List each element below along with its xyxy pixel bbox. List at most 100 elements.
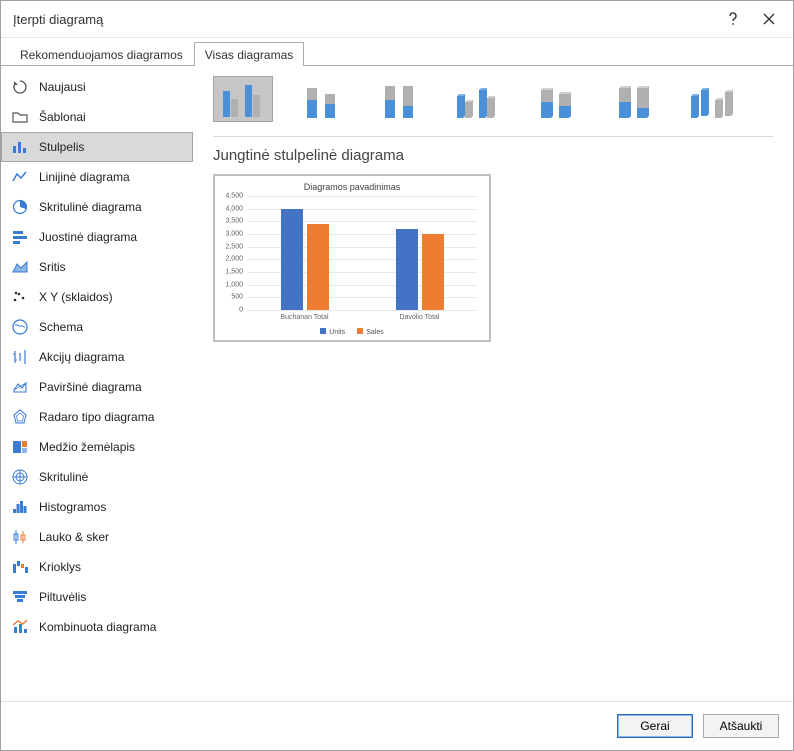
ok-button[interactable]: Gerai: [617, 714, 693, 738]
subtype-100pct-stacked-column[interactable]: [369, 76, 429, 122]
sidebar-item-bar[interactable]: Juostinė diagrama: [1, 222, 193, 252]
tab-bar: Rekomenduojamos diagramos Visas diagrama…: [1, 38, 793, 66]
chart-category-sidebar: Naujausi Šablonai Stulpelis Linijinė dia…: [1, 66, 193, 701]
stock-chart-icon: [11, 348, 29, 366]
subtype-3d-column[interactable]: [681, 76, 741, 122]
chart-category-label: Davolio Total: [400, 314, 440, 321]
pct-stacked-column-3d-icon: [609, 82, 657, 118]
pie-chart-icon: [11, 198, 29, 216]
sidebar-item-area[interactable]: Sritis: [1, 252, 193, 282]
chart-preview-title: Diagramos pavadinimas: [215, 182, 489, 192]
dialog-body: Naujausi Šablonai Stulpelis Linijinė dia…: [1, 66, 793, 701]
column-3d-icon: [685, 82, 737, 118]
folder-icon: [11, 108, 29, 126]
chart-y-tick: 3,000: [225, 231, 243, 238]
stacked-column-3d-icon: [531, 82, 579, 118]
bar-chart-icon: [11, 228, 29, 246]
subtype-3d-clustered-column[interactable]: [447, 76, 507, 122]
chart-y-tick: 4,000: [225, 205, 243, 212]
chart-y-tick: 1,000: [225, 281, 243, 288]
column-chart-icon: [11, 138, 29, 156]
chart-y-tick: 2,500: [225, 243, 243, 250]
sidebar-item-label: Akcijų diagrama: [39, 350, 124, 364]
sidebar-item-label: Krioklys: [39, 560, 81, 574]
chart-y-tick: 0: [239, 307, 243, 314]
waterfall-icon: [11, 558, 29, 576]
insert-chart-dialog: Įterpti diagramą Rekomenduojamos diagram…: [0, 0, 794, 751]
sidebar-item-label: Juostinė diagrama: [39, 230, 137, 244]
treemap-icon: [11, 438, 29, 456]
sidebar-item-label: Schema: [39, 320, 83, 334]
sidebar-item-label: Piltuvėlis: [39, 590, 86, 604]
sidebar-item-label: Radaro tipo diagrama: [39, 410, 154, 424]
area-chart-icon: [11, 258, 29, 276]
chart-legend-item: Units: [320, 328, 345, 336]
titlebar: Įterpti diagramą: [1, 1, 793, 38]
help-button[interactable]: [715, 5, 751, 33]
sidebar-item-box-whisker[interactable]: Lauko & sker: [1, 522, 193, 552]
subtype-3d-stacked-column[interactable]: [525, 76, 585, 122]
sidebar-item-label: Lauko & sker: [39, 530, 109, 544]
sidebar-item-label: Šablonai: [39, 110, 86, 124]
sidebar-item-waterfall[interactable]: Krioklys: [1, 552, 193, 582]
sidebar-item-sunburst[interactable]: Skritulinė: [1, 462, 193, 492]
sidebar-item-histogram[interactable]: Histogramos: [1, 492, 193, 522]
sidebar-item-stock[interactable]: Akcijų diagrama: [1, 342, 193, 372]
tab-recommended-charts[interactable]: Rekomenduojamos diagramos: [9, 42, 194, 66]
tab-all-charts[interactable]: Visas diagramas: [194, 42, 305, 66]
combo-chart-icon: [11, 618, 29, 636]
sidebar-item-map[interactable]: Schema: [1, 312, 193, 342]
box-whisker-icon: [11, 528, 29, 546]
chart-y-tick: 4,500: [225, 193, 243, 200]
sidebar-item-label: Sritis: [39, 260, 66, 274]
sidebar-item-line[interactable]: Linijinė diagrama: [1, 162, 193, 192]
sidebar-item-templates[interactable]: Šablonai: [1, 102, 193, 132]
pct-stacked-column-icon: [375, 82, 423, 118]
chart-bar-group: [396, 229, 444, 310]
sidebar-item-treemap[interactable]: Medžio žemėlapis: [1, 432, 193, 462]
sidebar-item-combo[interactable]: Kombinuota diagrama: [1, 612, 193, 642]
chart-legend-swatch: [357, 328, 363, 334]
sidebar-item-xy-scatter[interactable]: X Y (sklaidos): [1, 282, 193, 312]
chart-legend-item: Sales: [357, 328, 384, 336]
subtype-clustered-column[interactable]: [213, 76, 273, 122]
chart-y-tick: 2,000: [225, 256, 243, 263]
chart-legend-swatch: [320, 328, 326, 334]
chart-plot-area: 05001,0001,5002,0002,5003,0003,5004,0004…: [247, 196, 477, 310]
dialog-title: Įterpti diagramą: [13, 12, 715, 27]
chart-subtype-strip: [213, 76, 773, 137]
subtype-stacked-column[interactable]: [291, 76, 351, 122]
sidebar-item-column[interactable]: Stulpelis: [1, 132, 193, 162]
chart-bar-group: [281, 209, 329, 310]
chart-content-panel: Jungtinė stulpelinė diagrama Diagramos p…: [193, 66, 793, 701]
dialog-button-row: Gerai Atšaukti: [1, 701, 793, 750]
sidebar-item-radar[interactable]: Radaro tipo diagrama: [1, 402, 193, 432]
chart-y-tick: 1,500: [225, 269, 243, 276]
sidebar-item-pie[interactable]: Skritulinė diagrama: [1, 192, 193, 222]
sidebar-item-funnel[interactable]: Piltuvėlis: [1, 582, 193, 612]
map-icon: [11, 318, 29, 336]
close-button[interactable]: [751, 5, 787, 33]
chart-subtype-title: Jungtinė stulpelinė diagrama: [213, 147, 773, 164]
chart-bar: [422, 234, 444, 310]
chart-bar: [307, 224, 329, 310]
clustered-column-icon: [219, 81, 267, 117]
scatter-chart-icon: [11, 288, 29, 306]
surface-chart-icon: [11, 378, 29, 396]
chart-category-label: Buchanan Total: [280, 314, 328, 321]
sidebar-item-label: Linijinė diagrama: [39, 170, 130, 184]
sidebar-item-label: Stulpelis: [39, 140, 84, 154]
sidebar-item-label: Paviršinė diagrama: [39, 380, 142, 394]
sidebar-item-label: Histogramos: [39, 500, 106, 514]
chart-preview[interactable]: Diagramos pavadinimas 05001,0001,5002,00…: [213, 174, 491, 342]
sidebar-item-label: Medžio žemėlapis: [39, 440, 135, 454]
chart-y-tick: 3,500: [225, 218, 243, 225]
funnel-icon: [11, 588, 29, 606]
sidebar-item-recent[interactable]: Naujausi: [1, 72, 193, 102]
close-icon: [763, 13, 775, 25]
cancel-button[interactable]: Atšaukti: [703, 714, 779, 738]
chart-y-tick: 500: [231, 294, 243, 301]
sidebar-item-surface[interactable]: Paviršinė diagrama: [1, 372, 193, 402]
subtype-3d-100pct-stacked-column[interactable]: [603, 76, 663, 122]
chart-gridline: [247, 196, 477, 197]
